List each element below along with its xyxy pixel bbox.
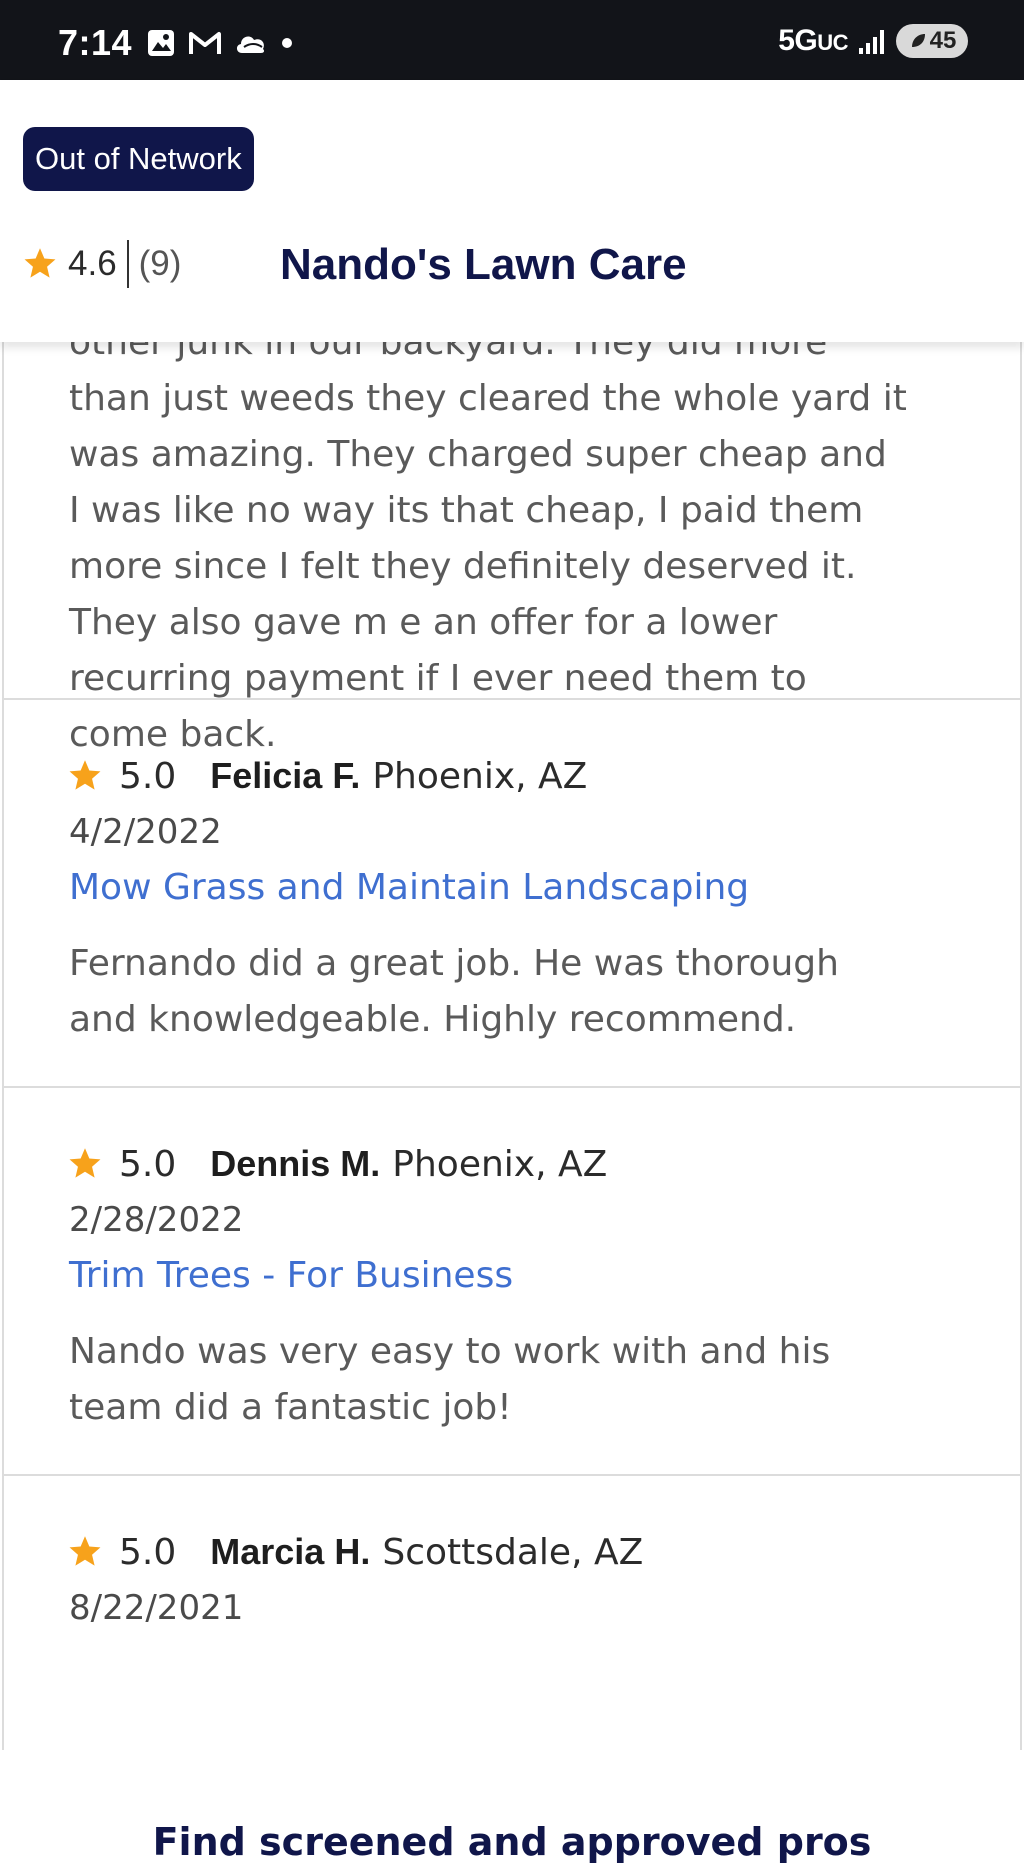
review-header: 5.0 Dennis M. Phoenix, AZ: [67, 1136, 1020, 1192]
system-indicators: 5GUC 45: [778, 24, 968, 58]
business-header: Out of Network 4.6 (9) Nando's Lawn Care: [0, 80, 1024, 342]
review-score: 5.0: [119, 1531, 177, 1573]
notification-icons: [146, 28, 294, 58]
review-text-line: team did a fantastic job!: [69, 1387, 512, 1428]
review-text-line: I was like no way its that cheap, I paid…: [69, 490, 864, 531]
reviewer-name: Dennis M.: [210, 1143, 381, 1184]
review-header: 5.0 Felicia F. Phoenix, AZ: [67, 748, 1020, 804]
review-text-line: and knowledgeable. Highly recommend.: [69, 999, 797, 1040]
review-text-line: They also gave m e an offer for a lower: [69, 602, 778, 643]
review-service-link[interactable]: Mow Grass and Maintain Landscaping: [69, 860, 1020, 916]
review-text-line: other junk in our backyard. They did mor…: [69, 342, 828, 363]
footer: Find screened and approved pros: [0, 1750, 1024, 1873]
network-main: 5G: [778, 24, 818, 57]
star-icon: [69, 760, 101, 790]
review-text-line: recurring payment if I ever need them to: [69, 658, 807, 699]
review-header: 5.0 Marcia H. Scottsdale, AZ: [67, 1524, 1020, 1580]
review-text-line: more since I felt they definitely deserv…: [69, 546, 857, 587]
review-text: Nando was very easy to work with and his…: [69, 1324, 969, 1436]
review-score: 5.0: [119, 1143, 177, 1185]
review-text-line: was amazing. They charged super cheap an…: [69, 434, 887, 475]
review-card: 5.0 Dennis M. Phoenix, AZ 2/28/2022 Trim…: [2, 1088, 1022, 1476]
reviews-list[interactable]: other junk in our backyard. They did mor…: [0, 342, 1024, 1750]
find-pros-link[interactable]: Find screened and approved pros: [0, 1820, 1024, 1864]
review-date: 4/2/2022: [69, 812, 222, 852]
review-count: (9): [138, 244, 182, 283]
reviewer-location: Phoenix, AZ: [372, 755, 588, 797]
review-text-line: Nando was very easy to work with and his: [69, 1331, 831, 1372]
review-card: 5.0 Marcia H. Scottsdale, AZ 8/22/2021: [2, 1476, 1022, 1750]
battery-level: 45: [929, 27, 957, 54]
rating-divider: [126, 240, 129, 288]
reviewer-name: Marcia H.: [210, 1531, 371, 1572]
status-bar: 7:14 5GUC 45: [0, 0, 1024, 80]
dot-icon: [282, 38, 292, 48]
reviewer-name: Felicia F.: [210, 755, 361, 796]
review-date: 2/28/2022: [69, 1200, 244, 1240]
review-text-line: than just weeds they cleared the whole y…: [69, 378, 907, 419]
rating-value: 4.6: [68, 244, 117, 283]
star-icon: [69, 1148, 101, 1178]
reviewer-location: Phoenix, AZ: [392, 1143, 608, 1185]
battery-saver-icon: [911, 34, 925, 47]
review-text: Fernando did a great job. He was thoroug…: [69, 936, 969, 1048]
star-icon: [24, 248, 56, 278]
network-status-badge: Out of Network: [23, 127, 254, 191]
business-name: Nando's Lawn Care: [280, 240, 687, 289]
review-service-link[interactable]: Trim Trees - For Business: [69, 1248, 1020, 1304]
review-score: 5.0: [119, 755, 177, 797]
network-sub: UC: [817, 30, 848, 55]
reviewer-location: Scottsdale, AZ: [382, 1531, 644, 1573]
review-card: 5.0 Felicia F. Phoenix, AZ 4/2/2022 Mow …: [2, 700, 1022, 1088]
review-date: 8/22/2021: [69, 1588, 244, 1628]
status-time: 7:14: [58, 22, 133, 63]
review-card: other junk in our backyard. They did mor…: [2, 342, 1022, 755]
gallery-icon: [148, 30, 174, 56]
star-icon: [69, 1536, 101, 1566]
review-text-line: Fernando did a great job. He was thoroug…: [69, 943, 839, 984]
rating-summary[interactable]: 4.6 (9): [22, 240, 181, 288]
gmail-icon: [189, 32, 221, 54]
network-type: 5GUC: [778, 24, 848, 58]
signal-icon: [859, 30, 884, 54]
battery-icon: 45: [896, 24, 968, 58]
cloud-icon: [236, 36, 265, 53]
